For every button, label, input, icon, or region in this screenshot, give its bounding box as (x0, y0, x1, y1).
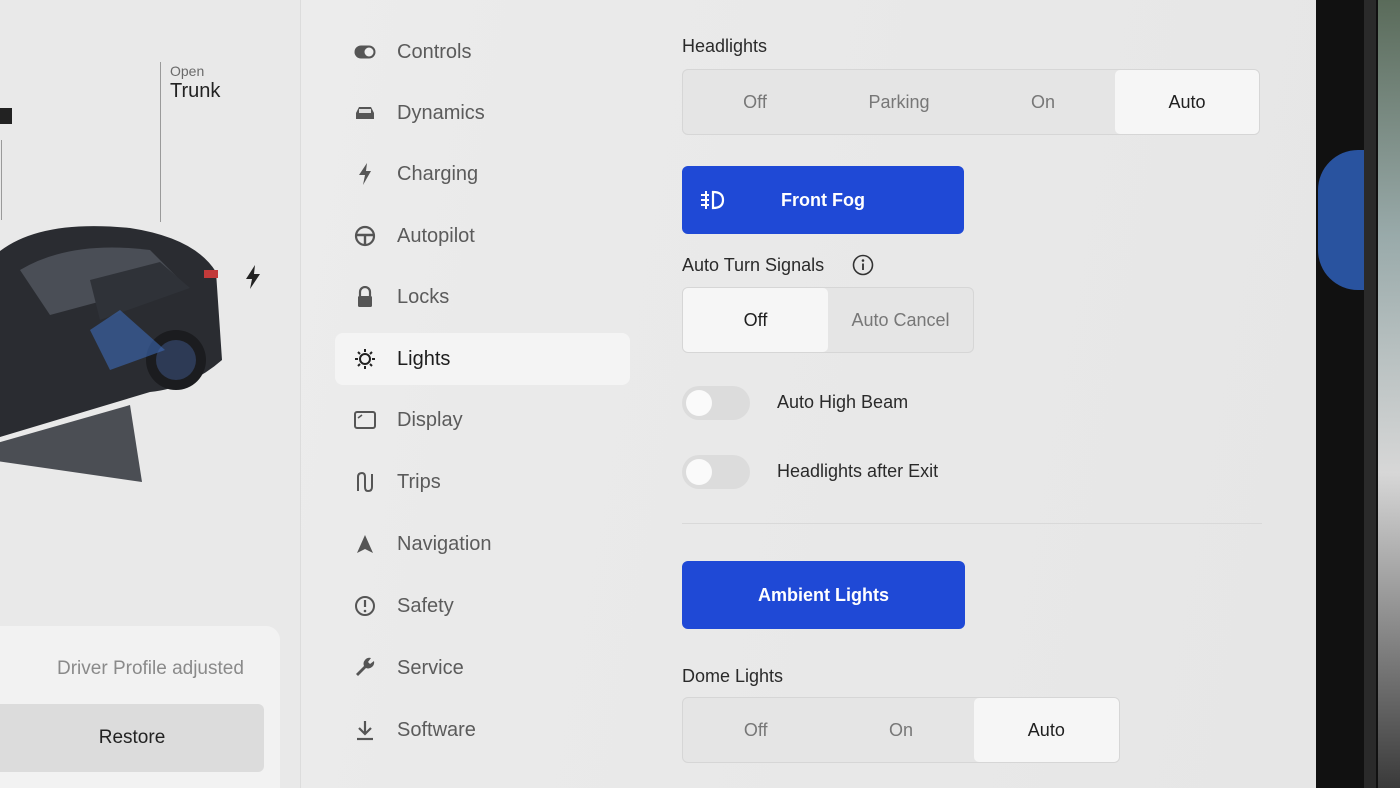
reflection (1318, 150, 1364, 290)
car-image (0, 226, 222, 482)
dome-lights-selector: Off On Auto (682, 697, 1120, 763)
toggle-icon (354, 41, 376, 63)
nav-item-navigation[interactable]: Navigation (335, 518, 630, 570)
lock-icon (354, 286, 376, 308)
fog-light-icon (701, 190, 725, 210)
headlights-label: Headlights (682, 36, 768, 56)
headlights-after-exit-label: Headlights after Exit (777, 461, 939, 481)
dome-lights-label: Dome Lights (682, 666, 784, 686)
headlights-option-auto[interactable]: Auto (1115, 70, 1259, 134)
nav-item-display[interactable]: Display (335, 394, 630, 446)
wrench-icon (354, 657, 376, 679)
dome-lights-option-on[interactable]: On (828, 698, 973, 762)
nav-item-software[interactable]: Software (335, 704, 630, 756)
navigation-arrow-icon (354, 533, 376, 555)
profile-notice-text: Driver Profile adjusted (57, 658, 244, 679)
dome-lights-option-off[interactable]: Off (683, 698, 828, 762)
nav-label: Safety (397, 594, 454, 617)
trips-icon (354, 471, 376, 493)
nav-item-locks[interactable]: Locks (335, 271, 630, 323)
display-icon (354, 409, 376, 431)
restore-button[interactable]: Restore (0, 704, 264, 772)
nav-item-charging[interactable]: Charging (335, 148, 630, 200)
turn-signals-selector: Off Auto Cancel (682, 287, 974, 353)
trunk-button[interactable]: Trunk (170, 80, 220, 103)
car-panel: Open Trunk Driver Profile adjusted Resto… (0, 0, 301, 788)
background-scene (1378, 0, 1400, 788)
steering-wheel-icon (354, 225, 376, 247)
front-fog-label: Front Fog (781, 189, 865, 210)
ambient-lights-button[interactable]: Ambient Lights (682, 561, 965, 629)
bolt-icon (354, 163, 376, 185)
nav-label: Charging (397, 162, 479, 185)
auto-high-beam-toggle[interactable] (682, 386, 750, 420)
nav-label: Trips (397, 470, 441, 493)
nav-item-safety[interactable]: Safety (335, 580, 630, 632)
car-icon (354, 102, 376, 124)
auto-high-beam-label: Auto High Beam (777, 392, 909, 412)
front-fog-button[interactable]: Front Fog (682, 166, 964, 234)
bezel-edge (1364, 0, 1376, 788)
nav-item-trips[interactable]: Trips (335, 456, 630, 508)
light-bulb-icon (354, 348, 376, 370)
headlights-after-exit-toggle[interactable] (682, 455, 750, 489)
nav-item-lights[interactable]: Lights (335, 333, 630, 385)
nav-label: Controls (397, 40, 472, 63)
frunk-marker (0, 108, 12, 124)
nav-label: Locks (397, 285, 450, 308)
headlights-option-on[interactable]: On (971, 70, 1115, 134)
headlights-option-off[interactable]: Off (683, 70, 827, 134)
info-icon[interactable] (852, 254, 874, 276)
nav-item-dynamics[interactable]: Dynamics (335, 87, 630, 139)
touchscreen: Open Trunk Driver Profile adjusted Resto… (0, 0, 1316, 788)
turn-signals-option-auto-cancel[interactable]: Auto Cancel (828, 288, 973, 352)
nav-label: Dynamics (397, 101, 485, 124)
nav-label: Display (397, 408, 463, 431)
nav-label: Software (397, 718, 476, 741)
nav-item-controls[interactable]: Controls (335, 26, 630, 78)
nav-label: Navigation (397, 532, 492, 555)
turn-signals-label: Auto Turn Signals (682, 255, 825, 275)
frunk-leader-line (1, 140, 2, 220)
charge-port-icon[interactable] (242, 264, 264, 290)
toggle-knob (686, 459, 712, 485)
download-icon (354, 719, 376, 741)
headlights-option-parking[interactable]: Parking (827, 70, 971, 134)
trunk-leader-line (160, 62, 161, 222)
section-divider (682, 523, 1262, 524)
toggle-knob (686, 390, 712, 416)
turn-signals-option-off[interactable]: Off (683, 288, 828, 352)
headlights-selector: Off Parking On Auto (682, 69, 1260, 135)
nav-item-service[interactable]: Service (335, 642, 630, 694)
nav-item-autopilot[interactable]: Autopilot (335, 210, 630, 262)
nav-label: Service (397, 656, 464, 679)
alert-circle-icon (354, 595, 376, 617)
screen-bezel (1316, 0, 1400, 788)
nav-label: Autopilot (397, 224, 475, 247)
trunk-status[interactable]: Open (170, 63, 204, 79)
nav-label: Lights (397, 347, 451, 370)
dome-lights-option-auto[interactable]: Auto (973, 698, 1119, 762)
